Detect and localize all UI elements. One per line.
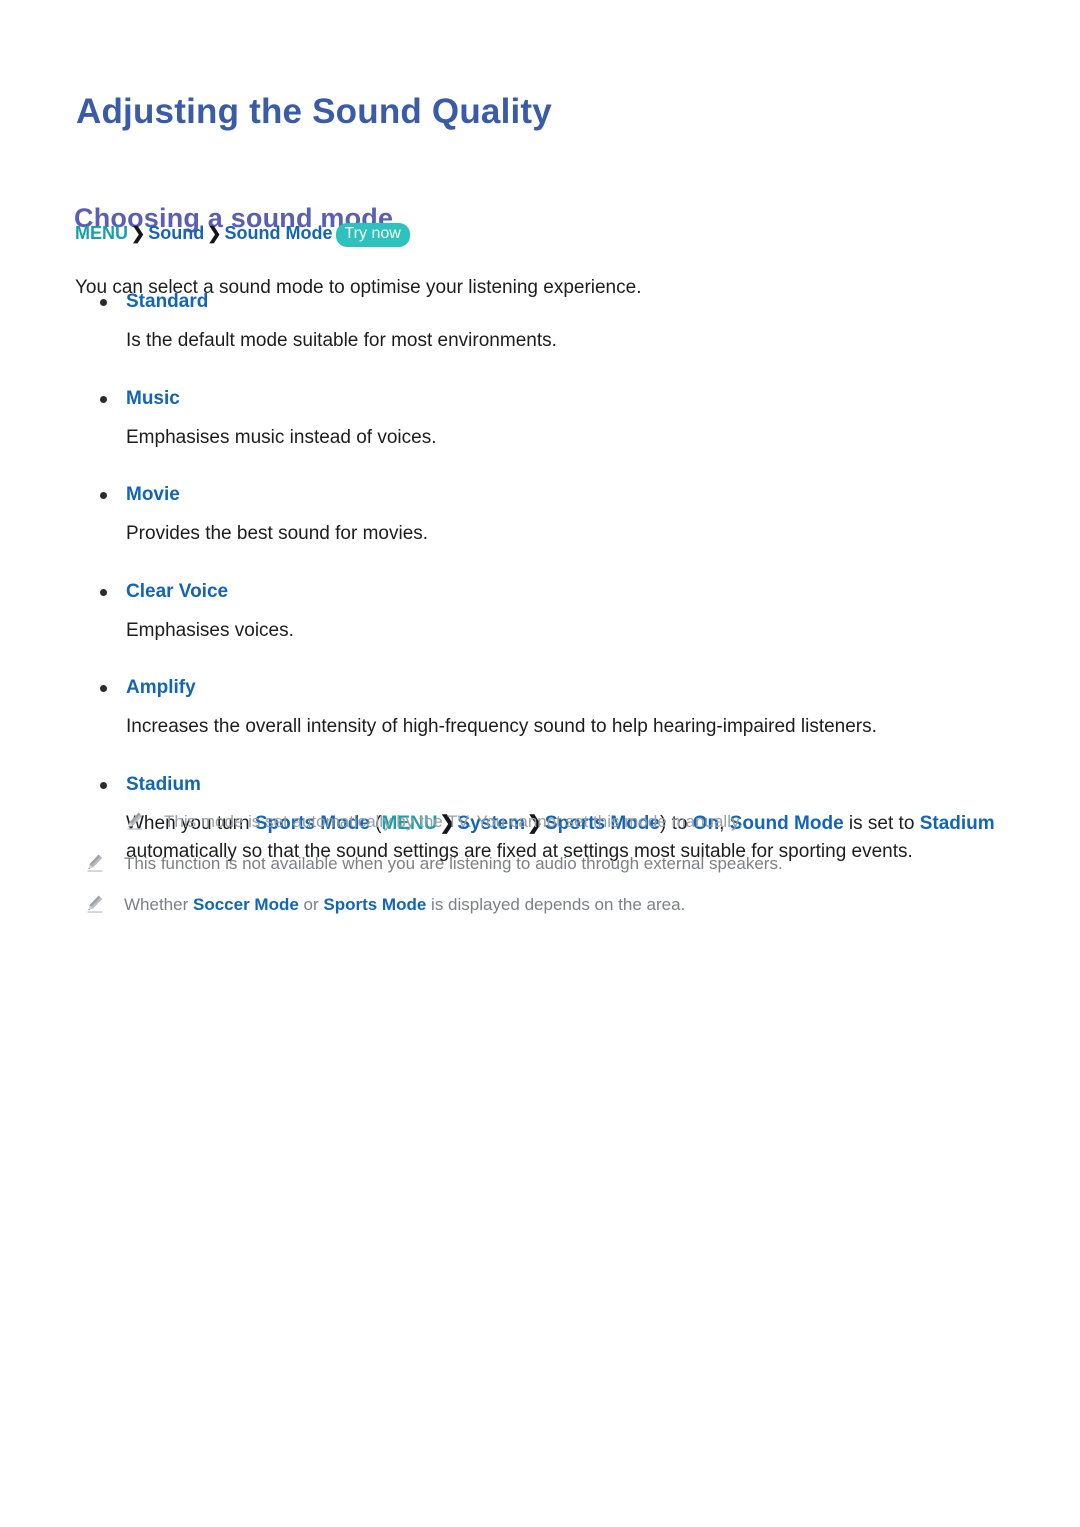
mode-label: Clear Voice (126, 580, 229, 602)
note-item: Whether Soccer Mode or Sports Mode is di… (0, 893, 1080, 918)
list-item: Standard Is the default mode suitable fo… (0, 288, 1080, 356)
breadcrumb: MENU ❯ Sound ❯ Sound Mode Try now (75, 221, 410, 248)
text-fragment: or (298, 895, 324, 915)
chevron-right-icon: ❯ (207, 224, 222, 243)
try-now-badge[interactable]: Try now (336, 223, 410, 247)
term-soccer-mode: Soccer Mode (192, 895, 299, 915)
pencil-icon (87, 854, 103, 872)
note-text: This function is not available when you … (124, 853, 783, 873)
mode-label: Amplify (126, 677, 196, 698)
pencil-icon (127, 812, 143, 830)
mode-label: Music (126, 387, 180, 409)
mode-row: Clear Voice (0, 578, 1080, 608)
mode-description: Emphasises music instead of voices. (126, 426, 437, 448)
mode-description: Is the default mode suitable for most en… (126, 330, 557, 351)
notes-list: This mode is set automatically by the TV… (0, 810, 1080, 935)
mode-label: Stadium (126, 773, 201, 795)
text-fragment: Whether (124, 895, 193, 915)
list-item: Amplify Increases the overall intensity … (0, 674, 1080, 742)
sound-mode-list: Standard Is the default mode suitable fo… (0, 288, 1080, 896)
mode-label: Standard (126, 291, 209, 312)
note-item: This function is not available when you … (0, 852, 1080, 877)
mode-row: Standard (0, 288, 1080, 318)
bullet-icon (100, 588, 107, 596)
breadcrumb-sound[interactable]: Sound (148, 223, 204, 243)
bullet-icon (100, 492, 107, 499)
mode-row: Movie (0, 481, 1080, 511)
bullet-icon (100, 395, 107, 403)
page-title: Adjusting the Sound Quality (76, 92, 552, 132)
mode-row: Stadium (0, 771, 1080, 801)
mode-description: Emphasises voices. (126, 619, 294, 641)
list-item: Movie Provides the best sound for movies… (0, 481, 1080, 549)
note-text: This mode is set automatically by the TV… (164, 812, 743, 831)
mode-description: Increases the overall intensity of high-… (126, 716, 877, 737)
note-text: Whether Soccer Mode or Sports Mode is di… (124, 893, 1080, 918)
mode-label: Movie (126, 484, 180, 505)
list-item: Music Emphasises music instead of voices… (0, 385, 1080, 453)
text-fragment: is displayed depends on the area. (426, 895, 686, 915)
pencil-icon (87, 895, 103, 914)
mode-description: Provides the best sound for movies. (126, 523, 429, 544)
breadcrumb-menu[interactable]: MENU (75, 223, 128, 243)
chevron-right-icon: ❯ (131, 224, 146, 243)
mode-row: Amplify (0, 674, 1080, 704)
mode-row: Music (0, 385, 1080, 415)
list-item: Clear Voice Emphasises voices. (0, 578, 1080, 646)
term-sports-mode: Sports Mode (323, 895, 427, 915)
bullet-icon (100, 685, 107, 692)
note-item: This mode is set automatically by the TV… (0, 810, 1080, 835)
breadcrumb-sound-mode[interactable]: Sound Mode (225, 223, 333, 243)
bullet-icon (100, 299, 107, 306)
bullet-icon (100, 781, 107, 789)
help-document-page: Adjusting the Sound Quality Choosing a s… (0, 0, 1080, 1527)
